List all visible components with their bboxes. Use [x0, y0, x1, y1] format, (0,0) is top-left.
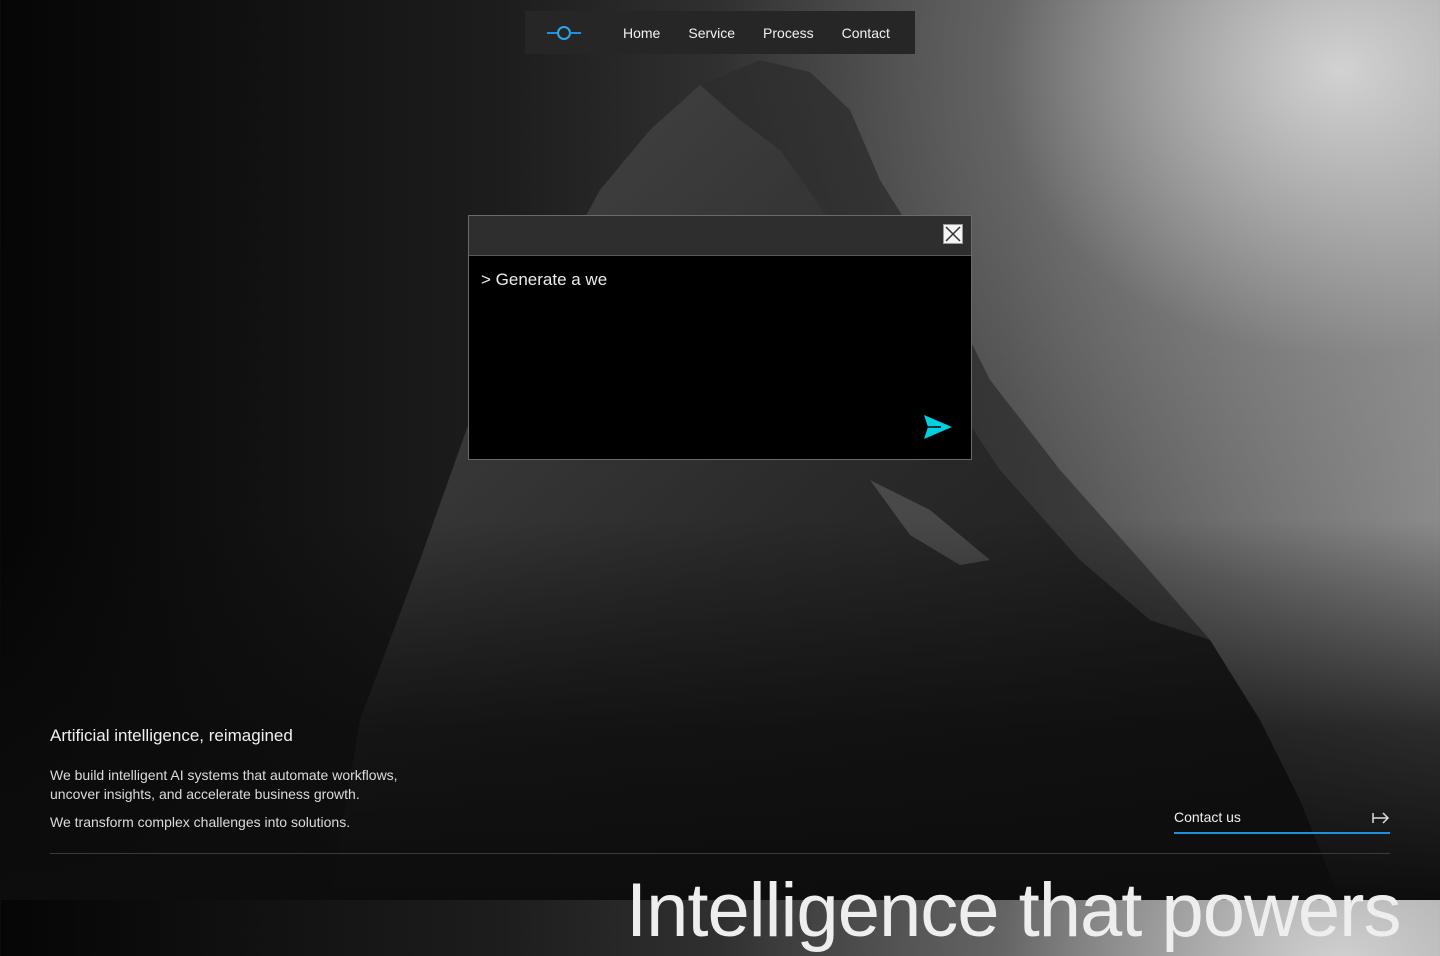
- bottom-shade: [0, 520, 1440, 900]
- contact-us-label: Contact us: [1174, 809, 1241, 825]
- prompt-modal: > Generate a we: [468, 215, 972, 460]
- nav-link-contact[interactable]: Contact: [842, 25, 890, 41]
- prompt-input[interactable]: > Generate a we: [481, 270, 607, 290]
- nav-link-process[interactable]: Process: [763, 25, 814, 41]
- contact-us-button[interactable]: Contact us: [1174, 806, 1390, 834]
- modal-body: > Generate a we: [469, 256, 971, 460]
- modal-header: [469, 216, 971, 256]
- send-icon[interactable]: [923, 414, 953, 440]
- nav-link-service[interactable]: Service: [688, 25, 735, 41]
- nav-link-home[interactable]: Home: [623, 25, 660, 41]
- hero-description-secondary: We transform complex challenges into sol…: [50, 814, 351, 830]
- nav-links: Home Service Process Contact: [623, 25, 890, 41]
- top-navbar: Home Service Process Contact: [525, 11, 915, 54]
- section-divider: [50, 853, 1390, 854]
- hero-headline: Intelligence that powers: [626, 868, 1401, 953]
- hero-description: We build intelligent AI systems that aut…: [50, 767, 398, 802]
- logo-icon[interactable]: [547, 23, 583, 43]
- hero-tagline: Artificial intelligence, reimagined: [50, 726, 293, 745]
- close-icon[interactable]: [943, 224, 963, 244]
- hero-intro: Artificial intelligence, reimagined We b…: [50, 726, 470, 841]
- arrow-right-icon: [1372, 812, 1390, 824]
